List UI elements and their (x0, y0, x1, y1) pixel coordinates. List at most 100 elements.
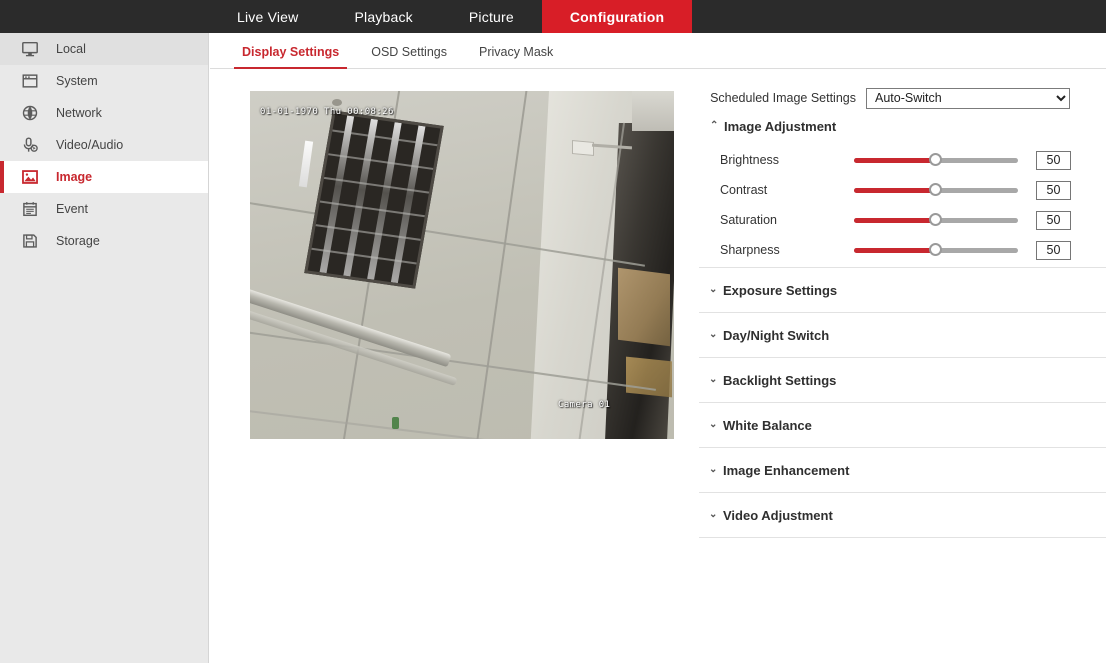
slider-row-saturation: Saturation 50 (700, 205, 1106, 235)
chevron-down-icon: ⌄ (709, 330, 719, 340)
saturation-slider[interactable] (854, 212, 1018, 228)
floppy-disk-icon (20, 231, 40, 251)
section-title: Image Adjustment (724, 119, 836, 134)
section-exposure-settings: ⌄ Exposure Settings (699, 267, 1106, 312)
saturation-value[interactable]: 50 (1036, 211, 1071, 230)
sidebar-item-local[interactable]: Local (0, 33, 208, 65)
contrast-value[interactable]: 50 (1036, 181, 1071, 200)
brightness-value[interactable]: 50 (1036, 151, 1071, 170)
nav-item-picture[interactable]: Picture (441, 0, 542, 33)
green-marker (392, 417, 399, 429)
sidebar-item-label: Network (56, 106, 102, 120)
chevron-down-icon: ⌄ (709, 420, 719, 430)
slider-handle[interactable] (929, 243, 942, 256)
section-video-adjustment: ⌄ Video Adjustment (699, 492, 1106, 538)
sidebar-item-image[interactable]: Image (0, 161, 208, 193)
chevron-down-icon: ⌄ (709, 285, 719, 295)
chevron-down-icon: ⌄ (709, 465, 719, 475)
microphone-icon (20, 135, 40, 155)
sidebar-item-label: Storage (56, 234, 100, 248)
sidebar-item-label: Event (56, 202, 88, 216)
slider-row-sharpness: Sharpness 50 (700, 235, 1106, 265)
section-header-image-enhancement[interactable]: ⌄ Image Enhancement (699, 457, 1106, 483)
top-navigation-bar: Live View Playback Picture Configuration (0, 0, 1106, 33)
topnav-spacer (0, 0, 209, 33)
section-header-exposure-settings[interactable]: ⌄ Exposure Settings (699, 277, 1106, 303)
sidebar-item-video-audio[interactable]: Video/Audio (0, 129, 208, 161)
osd-camera-name: Camera 01 (558, 400, 610, 410)
chevron-down-icon: ⌄ (709, 375, 719, 385)
slider-fill (854, 158, 936, 163)
section-header-day-night-switch[interactable]: ⌄ Day/Night Switch (699, 322, 1106, 348)
cardboard-box-secondary (626, 357, 672, 398)
picture-icon (20, 167, 40, 187)
sharpness-value[interactable]: 50 (1036, 241, 1071, 260)
tab-privacy-mask[interactable]: Privacy Mask (463, 45, 569, 68)
tab-display-settings[interactable]: Display Settings (226, 45, 355, 68)
slider-handle[interactable] (929, 213, 942, 226)
scheduled-image-settings-select[interactable]: Auto-Switch Scheduled-Switch (866, 88, 1070, 109)
section-title: Exposure Settings (723, 283, 837, 298)
live-video-preview[interactable]: 01-01-1970 Thu 00:08:26 Camera 01 (250, 91, 674, 439)
sidebar-item-label: System (56, 74, 98, 88)
sidebar-item-system[interactable]: System (0, 65, 208, 97)
topnav-item-list: Live View Playback Picture Configuration (209, 0, 692, 33)
slider-label: Saturation (720, 213, 854, 227)
sidebar-item-label: Local (56, 42, 86, 56)
section-day-night-switch: ⌄ Day/Night Switch (699, 312, 1106, 357)
cardboard-box (618, 268, 670, 346)
calendar-icon (20, 199, 40, 219)
wall-fitting (572, 140, 594, 156)
sidebar-item-label: Video/Audio (56, 138, 123, 152)
slider-fill (854, 218, 936, 223)
slider-handle[interactable] (929, 183, 942, 196)
sidebar-item-event[interactable]: Event (0, 193, 208, 225)
slider-label: Sharpness (720, 243, 854, 257)
scheduled-image-settings-row: Scheduled Image Settings Auto-Switch Sch… (700, 83, 1106, 113)
sidebar-item-storage[interactable]: Storage (0, 225, 208, 257)
slider-fill (854, 248, 936, 253)
nav-item-playback[interactable]: Playback (326, 0, 440, 33)
section-header-backlight-settings[interactable]: ⌄ Backlight Settings (699, 367, 1106, 393)
ceiling-grid-line (468, 91, 530, 439)
section-header-video-adjustment[interactable]: ⌄ Video Adjustment (699, 502, 1106, 528)
section-title: Video Adjustment (723, 508, 833, 523)
video-preview-container: 01-01-1970 Thu 00:08:26 Camera 01 (250, 91, 674, 439)
light-reflection (299, 141, 313, 188)
section-title: White Balance (723, 418, 812, 433)
sharpness-slider[interactable] (854, 242, 1018, 258)
slider-handle[interactable] (929, 153, 942, 166)
osd-timestamp: 01-01-1970 Thu 00:08:26 (260, 107, 394, 117)
slider-row-contrast: Contrast 50 (700, 175, 1106, 205)
section-white-balance: ⌄ White Balance (699, 402, 1106, 447)
slider-fill (854, 188, 936, 193)
sidebar-item-network[interactable]: Network (0, 97, 208, 129)
fluorescent-light-fixture (304, 110, 444, 288)
section-backlight-settings: ⌄ Backlight Settings (699, 357, 1106, 402)
section-title: Image Enhancement (723, 463, 849, 478)
section-title: Backlight Settings (723, 373, 836, 388)
contrast-slider[interactable] (854, 182, 1018, 198)
nav-item-configuration[interactable]: Configuration (542, 0, 692, 33)
slider-row-brightness: Brightness 50 (700, 145, 1106, 175)
nav-item-live-view[interactable]: Live View (209, 0, 326, 33)
scheduled-image-settings-label: Scheduled Image Settings (710, 91, 856, 105)
slider-label: Contrast (720, 183, 854, 197)
upper-wall-patch (632, 91, 674, 131)
window-icon (20, 71, 40, 91)
chevron-down-icon: ⌄ (709, 510, 719, 520)
main-content: Display Settings OSD Settings Privacy Ma… (210, 33, 1106, 663)
section-title: Day/Night Switch (723, 328, 829, 343)
chevron-up-icon: ⌃ (710, 121, 720, 131)
slider-label: Brightness (720, 153, 854, 167)
section-header-white-balance[interactable]: ⌄ White Balance (699, 412, 1106, 438)
sidebar: Local System Network Video/Audio Image E… (0, 33, 209, 663)
ceiling-scene (250, 91, 674, 439)
tab-osd-settings[interactable]: OSD Settings (355, 45, 463, 68)
section-header-image-adjustment[interactable]: ⌃ Image Adjustment (700, 113, 1106, 139)
image-adjustment-sliders: Brightness 50 Contrast 50 Saturation (700, 139, 1106, 267)
monitor-icon (20, 39, 40, 59)
globe-icon (20, 103, 40, 123)
sidebar-item-label: Image (56, 170, 92, 184)
brightness-slider[interactable] (854, 152, 1018, 168)
